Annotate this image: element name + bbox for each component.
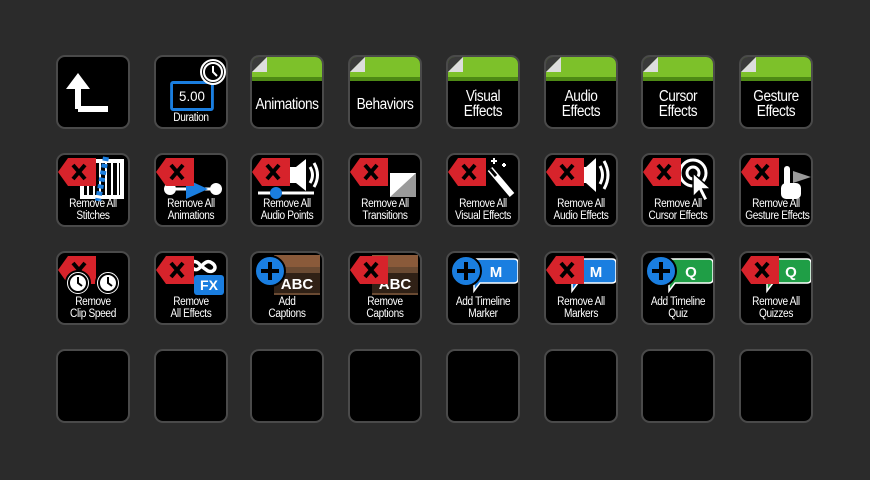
remove-all-gesture-effects-label: Remove All Gesture Effects — [745, 198, 810, 222]
remove-all-quizzes-label: Remove All Quizzes — [752, 296, 800, 320]
add-captions-label: Add Captions — [268, 296, 306, 320]
remove-all-markers-button[interactable]: M Remove All Markers — [544, 251, 618, 325]
behaviors-folder[interactable]: Behaviors — [348, 55, 422, 129]
empty-key[interactable] — [544, 349, 618, 423]
animations-label: Animations — [255, 95, 319, 113]
visual-effects-label: Visual Effects — [463, 88, 503, 120]
duration-label: Duration — [173, 112, 209, 124]
remove-all-quizzes-button[interactable]: Q Remove All Quizzes — [739, 251, 813, 325]
remove-all-effects-button[interactable]: FX Remove All Effects — [154, 251, 228, 325]
remove-all-stitches-label: Remove All Stitches — [69, 198, 117, 222]
remove-all-markers-label: Remove All Markers — [557, 296, 605, 320]
empty-key[interactable] — [641, 349, 715, 423]
remove-captions-button[interactable]: ABC Remove Captions — [348, 251, 422, 325]
remove-all-visual-effects-label: Remove All Visual Effects — [454, 198, 512, 222]
behaviors-label: Behaviors — [356, 95, 414, 113]
visual-effects-folder[interactable]: Visual Effects — [446, 55, 520, 129]
remove-all-transitions-button[interactable]: Remove All Transitions — [348, 153, 422, 227]
empty-key[interactable] — [348, 349, 422, 423]
add-captions-button[interactable]: ABC Add Captions — [250, 251, 324, 325]
empty-key[interactable] — [56, 349, 130, 423]
empty-key[interactable] — [739, 349, 813, 423]
cursor-effects-folder[interactable]: Cursor Effects — [641, 55, 715, 129]
empty-key[interactable] — [250, 349, 324, 423]
remove-all-animations-label: Remove All Animations — [167, 198, 215, 222]
animations-folder[interactable]: Animations — [250, 55, 324, 129]
remove-all-transitions-label: Remove All Transitions — [361, 198, 409, 222]
add-timeline-quiz-label: Add Timeline Quiz — [650, 296, 706, 320]
remove-clip-speed-button[interactable]: Remove Clip Speed — [56, 251, 130, 325]
remove-clip-speed-label: Remove Clip Speed — [69, 296, 116, 320]
remove-all-audio-effects-button[interactable]: Remove All Audio Effects — [544, 153, 618, 227]
add-timeline-quiz-button[interactable]: Q Add Timeline Quiz — [641, 251, 715, 325]
remove-all-cursor-effects-button[interactable]: Remove All Cursor Effects — [641, 153, 715, 227]
remove-all-animations-button[interactable]: Remove All Animations — [154, 153, 228, 227]
remove-all-audio-points-button[interactable]: Remove All Audio Points — [250, 153, 324, 227]
remove-all-visual-effects-button[interactable]: Remove All Visual Effects — [446, 153, 520, 227]
remove-all-gesture-effects-button[interactable]: Remove All Gesture Effects — [739, 153, 813, 227]
empty-key[interactable] — [446, 349, 520, 423]
remove-all-effects-label: Remove All Effects — [170, 296, 212, 320]
empty-key[interactable] — [154, 349, 228, 423]
remove-captions-label: Remove Captions — [366, 296, 404, 320]
duration-button[interactable]: 5.00 Duration — [154, 55, 228, 129]
add-timeline-marker-button[interactable]: M Add Timeline Marker — [446, 251, 520, 325]
stream-deck-grid: 5.00 Duration Animations Behaviors Visua… — [0, 0, 870, 480]
cursor-effects-label: Cursor Effects — [658, 88, 698, 120]
remove-all-audio-points-label: Remove All Audio Points — [260, 198, 314, 222]
remove-all-cursor-effects-label: Remove All Cursor Effects — [648, 198, 708, 222]
audio-effects-folder[interactable]: Audio Effects — [544, 55, 618, 129]
audio-effects-label: Audio Effects — [561, 88, 601, 120]
remove-all-stitches-button[interactable]: Remove All Stitches — [56, 153, 130, 227]
add-timeline-marker-label: Add Timeline Marker — [455, 296, 511, 320]
back-button[interactable] — [56, 55, 130, 129]
remove-all-audio-effects-label: Remove All Audio Effects — [553, 198, 609, 222]
gesture-effects-label: Gesture Effects — [753, 88, 799, 120]
back-arrow-icon — [66, 73, 108, 112]
gesture-effects-folder[interactable]: Gesture Effects — [739, 55, 813, 129]
